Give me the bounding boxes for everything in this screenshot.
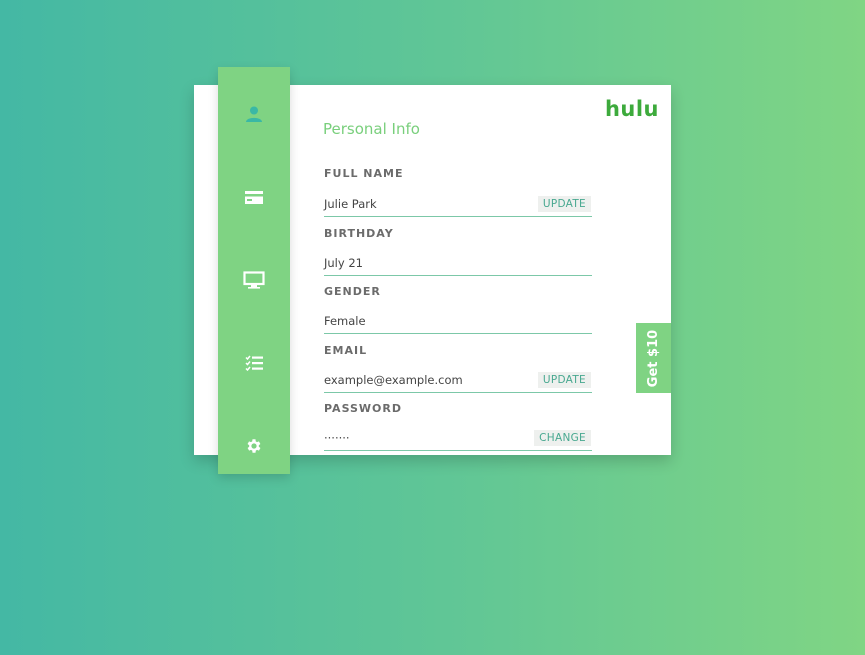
change-password-button[interactable]: CHANGE xyxy=(534,430,591,446)
password-value: ······· xyxy=(324,431,350,445)
birthday-label: BIRTHDAY xyxy=(324,227,394,240)
sidebar xyxy=(218,67,290,474)
gender-value: Female xyxy=(324,314,366,328)
sidebar-item-preferences[interactable] xyxy=(218,343,290,383)
password-field: ······· CHANGE xyxy=(324,428,592,451)
full-name-label: FULL NAME xyxy=(324,167,404,180)
sidebar-item-devices[interactable] xyxy=(218,260,290,300)
sidebar-item-settings[interactable] xyxy=(218,426,290,466)
get-10-promo-tab[interactable]: Get $10 xyxy=(636,323,671,393)
gender-field: Female xyxy=(324,311,592,334)
gender-label: GENDER xyxy=(324,285,381,298)
full-name-field: Julie Park UPDATE xyxy=(324,194,592,217)
birthday-value: July 21 xyxy=(324,256,363,270)
user-icon xyxy=(245,105,263,123)
update-name-button[interactable]: UPDATE xyxy=(537,196,591,212)
email-field: example@example.com UPDATE xyxy=(324,370,592,393)
sidebar-item-profile[interactable] xyxy=(218,94,290,134)
promo-label: Get $10 xyxy=(646,329,661,387)
full-name-value: Julie Park xyxy=(324,197,377,211)
sidebar-item-billing[interactable] xyxy=(218,177,290,217)
gear-icon xyxy=(245,437,263,455)
hulu-logo[interactable]: hulu xyxy=(605,97,659,121)
password-label: PASSWORD xyxy=(324,402,403,415)
monitor-icon xyxy=(243,271,265,289)
email-label: EMAIL xyxy=(324,344,368,357)
birthday-field: July 21 xyxy=(324,253,592,276)
update-email-button[interactable]: UPDATE xyxy=(537,372,591,388)
checklist-icon xyxy=(244,355,264,371)
page-title: Personal Info xyxy=(323,120,420,138)
email-value: example@example.com xyxy=(324,373,463,387)
credit-card-icon xyxy=(244,190,264,205)
